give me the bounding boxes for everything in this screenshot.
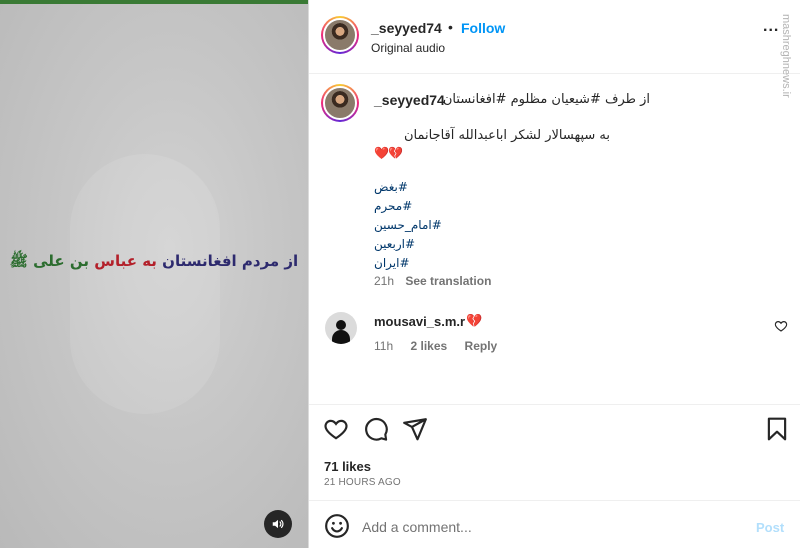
composer-divider — [309, 500, 800, 501]
caption-line-2: به سپهسالار لشکر اباعبدالله آقاجانمان — [403, 128, 610, 143]
comment-input[interactable] — [362, 517, 742, 537]
commenter-avatar[interactable] — [325, 312, 357, 344]
video-text-part3: بن علی — [33, 252, 90, 270]
commenter-username[interactable]: mousavi_s.m.r — [374, 314, 465, 329]
caption-author-avatar[interactable] — [321, 84, 359, 122]
hashtag-link[interactable]: #ایران — [374, 256, 442, 275]
follow-button[interactable]: Follow — [461, 20, 505, 36]
header-separator: • — [448, 19, 453, 35]
post-time-ago: 21 HOURS AGO — [324, 477, 401, 488]
original-audio-link[interactable]: Original audio — [371, 41, 445, 55]
hashtag-list: #بغض #محرم #امام_حسین #اربعین #ایران — [374, 180, 442, 275]
comment-likes-button[interactable]: 2 likes — [410, 339, 447, 353]
emoji-smiley-icon[interactable] — [324, 513, 350, 539]
hashtag-link[interactable]: #اربعین — [374, 237, 442, 256]
watermark: mashreghnews.ir — [780, 14, 792, 98]
video-text-part2: به عباس — [94, 252, 157, 270]
share-paper-plane-icon[interactable] — [402, 416, 428, 442]
video-text-part1: از مردم افغانستان — [162, 252, 299, 270]
caption-time: 21h — [374, 274, 395, 288]
post-actions-bar — [309, 412, 800, 446]
panel-divider — [308, 0, 309, 548]
video-text-emblem: ﷺ — [9, 252, 28, 270]
caption-line-1: از طرف #شیعیان مظلوم #افغانستان — [442, 92, 650, 107]
speaker-icon — [272, 519, 284, 529]
comment-time: 11h — [374, 339, 394, 353]
hashtag-link[interactable]: #بغض — [374, 180, 442, 199]
caption-meta: 21h See translation — [374, 274, 491, 288]
likes-count[interactable]: 71 likes — [324, 459, 371, 474]
author-avatar[interactable] — [321, 16, 359, 54]
actions-divider — [309, 404, 800, 405]
post-comment-button[interactable]: Post — [756, 520, 784, 535]
like-heart-icon[interactable] — [323, 416, 349, 442]
comment-like-heart-icon[interactable] — [774, 319, 788, 333]
author-username[interactable]: _seyyed74 — [371, 20, 442, 36]
comment-meta: 11h 2 likes Reply — [374, 339, 511, 353]
hashtag-link[interactable]: #محرم — [374, 199, 442, 218]
comment-reply-button[interactable]: Reply — [465, 339, 498, 353]
post-header: _seyyed74 • Follow Original audio ... — [309, 0, 800, 74]
comment-text: 💔 — [466, 313, 483, 328]
post-video[interactable]: از مردم افغانستان به عباس بن علی ﷺ — [0, 4, 308, 548]
see-translation-button[interactable]: See translation — [405, 274, 491, 288]
video-overlay-text: از مردم افغانستان به عباس بن علی ﷺ — [0, 252, 308, 274]
video-figure-silhouette — [70, 154, 220, 414]
comment-bubble-icon[interactable] — [363, 416, 389, 442]
mute-toggle-button[interactable] — [264, 510, 292, 538]
caption-emojis: ❤️💔 — [374, 146, 403, 160]
hashtag-link[interactable]: #امام_حسین — [374, 218, 442, 237]
save-bookmark-icon[interactable] — [764, 416, 790, 442]
